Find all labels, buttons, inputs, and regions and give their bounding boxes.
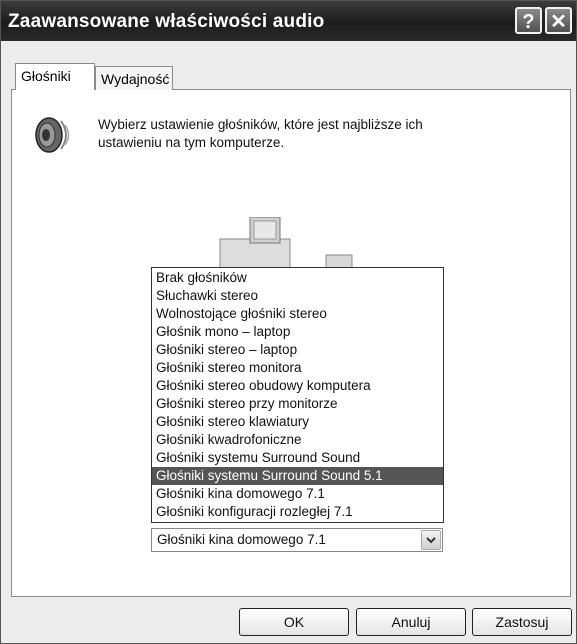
list-item[interactable]: Głośniki kina domowego 7.1	[152, 485, 443, 503]
list-item[interactable]: Głośnik mono – laptop	[152, 323, 443, 341]
list-item[interactable]: Głośniki stereo monitora	[152, 359, 443, 377]
list-item-highlighted[interactable]: Głośniki systemu Surround Sound 5.1	[152, 467, 443, 485]
list-item[interactable]: Głośniki systemu Surround Sound	[152, 449, 443, 467]
speaker-icon	[35, 117, 70, 153]
title-bar[interactable]: Zaawansowane właściwości audio ? ✕	[1, 1, 576, 41]
list-item[interactable]: Głośniki stereo klawiatury	[152, 413, 443, 431]
ok-button[interactable]: OK	[239, 608, 349, 636]
dropdown-arrow-button[interactable]	[421, 530, 441, 550]
speaker-setup-selected-value: Głośniki kina domowego 7.1	[157, 532, 326, 547]
list-item[interactable]: Słuchawki stereo	[152, 287, 443, 305]
list-item[interactable]: Głośniki stereo obudowy komputera	[152, 377, 443, 395]
description-text: Wybierz ustawienie głośników, które jest…	[98, 117, 423, 150]
tab-speakers[interactable]: Głośniki	[15, 63, 95, 90]
speaker-setup-dropdown-list[interactable]: Brak głośników Słuchawki stereo Wolnosto…	[151, 267, 444, 523]
window-title: Zaawansowane właściwości audio	[8, 11, 325, 32]
list-item[interactable]: Wolnostojące głośniki stereo	[152, 305, 443, 323]
list-item[interactable]: Głośniki stereo – laptop	[152, 341, 443, 359]
chevron-down-icon	[426, 537, 436, 544]
close-button[interactable]: ✕	[545, 7, 572, 34]
tab-performance[interactable]: Wydajność	[95, 66, 173, 90]
speaker-setup-select[interactable]: Głośniki kina domowego 7.1	[151, 528, 443, 552]
list-item[interactable]: Głośniki konfiguracji rozległej 7.1	[152, 503, 443, 521]
help-button[interactable]: ?	[515, 7, 542, 34]
advanced-audio-properties-dialog: Zaawansowane właściwości audio ? ✕ Głośn…	[0, 0, 577, 644]
apply-button[interactable]: Zastosuj	[472, 608, 572, 636]
list-item[interactable]: Głośniki stereo przy monitorze	[152, 395, 443, 413]
list-item[interactable]: Głośniki kwadrofoniczne	[152, 431, 443, 449]
cancel-button[interactable]: Anuluj	[356, 608, 466, 636]
list-item[interactable]: Brak głośników	[152, 269, 443, 287]
